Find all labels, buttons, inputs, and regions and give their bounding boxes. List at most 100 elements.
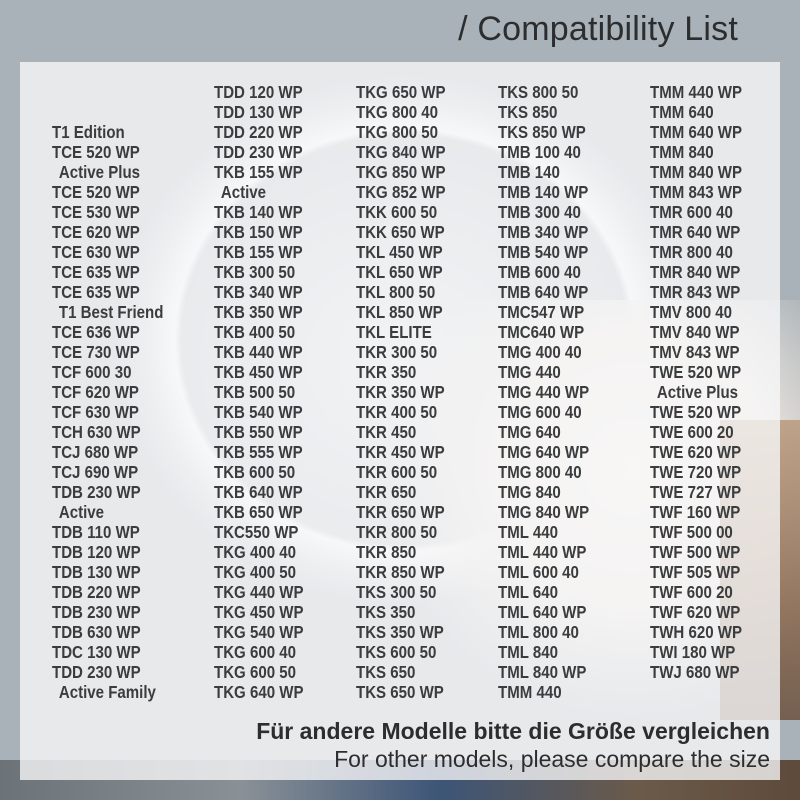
- model-item: TMG 440 WP: [498, 382, 590, 402]
- model-item: TDB 110 WP: [52, 522, 140, 542]
- model-item: TMR 840 WP: [650, 262, 741, 282]
- model-item: TKR 450: [356, 422, 417, 442]
- model-item: TKB 140 WP: [214, 202, 303, 222]
- model-item: TWH 620 WP: [650, 622, 742, 642]
- model-item: TKB 300 50: [214, 262, 296, 282]
- model-item: TMM 840 WP: [650, 162, 742, 182]
- model-item: TKS 650 WP: [356, 682, 444, 702]
- model-item: TCE 620 WP: [52, 222, 140, 242]
- model-item: TKB 155 WP: [214, 242, 303, 262]
- model-item: TKS 850 WP: [498, 122, 586, 142]
- model-item: TMB 340 WP: [498, 222, 589, 242]
- model-item: TWE 520 WP: [650, 362, 742, 382]
- model-item: TWE 620 WP: [650, 442, 742, 462]
- model-item: TMB 300 40: [498, 202, 581, 222]
- model-item: TMC640 WP: [498, 322, 585, 342]
- model-item: TMB 640 WP: [498, 282, 589, 302]
- model-item: TCF 620 WP: [52, 382, 139, 402]
- model-item: TMM 640: [650, 102, 714, 122]
- model-item: TMB 140 WP: [498, 182, 589, 202]
- model-item: TDD 230 WP: [214, 142, 303, 162]
- model-item: TKS 350 WP: [356, 622, 444, 642]
- model-item: TWF 620 WP: [650, 602, 741, 622]
- model-item: TKR 300 50: [356, 342, 438, 362]
- footer-note-english: For other models, please compare the siz…: [334, 746, 770, 772]
- model-item: TKG 800 50: [356, 122, 438, 142]
- model-item: TKG 600 50: [214, 662, 296, 682]
- model-item: TKG 440 WP: [214, 582, 304, 602]
- model-item: TMG 640 WP: [498, 442, 590, 462]
- model-item: TKB 350 WP: [214, 302, 303, 322]
- model-item: TKG 640 WP: [214, 682, 304, 702]
- model-item: TCF 630 WP: [52, 402, 139, 422]
- model-series-label: Active Family: [58, 682, 156, 702]
- model-item: TKR 350 WP: [356, 382, 445, 402]
- model-item: TCE 636 WP: [52, 322, 140, 342]
- model-item: TDD 220 WP: [214, 122, 303, 142]
- model-item: TWF 600 20: [650, 582, 733, 602]
- page-title: / Compatibility List: [458, 10, 738, 48]
- model-item: TKR 650 WP: [356, 502, 445, 522]
- model-item: TKR 850 WP: [356, 562, 445, 582]
- model-item: TKR 350: [356, 362, 417, 382]
- model-item: TKG 840 WP: [356, 142, 446, 162]
- model-item: TKB 540 WP: [214, 402, 303, 422]
- model-item: TKB 500 50: [214, 382, 296, 402]
- model-item: TML 640 WP: [498, 602, 587, 622]
- model-item: TMB 600 40: [498, 262, 581, 282]
- model-item: TMG 400 40: [498, 342, 582, 362]
- model-item: TMR 640 WP: [650, 222, 741, 242]
- model-item: TKL 450 WP: [356, 242, 443, 262]
- model-item: TDC 130 WP: [52, 642, 141, 662]
- model-item: TMV 843 WP: [650, 342, 740, 362]
- model-item: TDB 230 WP: [52, 602, 141, 622]
- model-item: TMM 843 WP: [650, 182, 742, 202]
- model-item: TCE 635 WP: [52, 262, 140, 282]
- model-item: TKR 650: [356, 482, 417, 502]
- model-column-1: T1 Edition TCE 520 WP Active Plus TCE 520 W…: [52, 82, 182, 702]
- model-item: TKB 340 WP: [214, 282, 303, 302]
- model-item: TKK 600 50: [356, 202, 438, 222]
- model-item: TWJ 680 WP: [650, 662, 740, 682]
- model-column-5: TMM 440 WP TMM 640 TMM 640 WP TMM 840 TMM 84…: [650, 82, 757, 682]
- model-item: TKK 650 WP: [356, 222, 445, 242]
- model-item: TCE 520 WP: [52, 182, 140, 202]
- model-item: TML 640: [498, 582, 558, 602]
- model-item: TKB 150 WP: [214, 222, 303, 242]
- model-item: TKB 640 WP: [214, 482, 303, 502]
- model-series-label: Active: [220, 182, 267, 202]
- model-item: TWF 500 WP: [650, 542, 741, 562]
- model-item: TDB 130 WP: [52, 562, 141, 582]
- model-item: TKS 600 50: [356, 642, 437, 662]
- model-item: TKG 650 WP: [356, 82, 446, 102]
- model-series-label: Active Plus: [58, 162, 141, 182]
- model-item: TWE 520 WP: [650, 402, 742, 422]
- model-item: TWF 505 WP: [650, 562, 741, 582]
- model-item: TWF 500 00: [650, 522, 733, 542]
- model-item: TKL 650 WP: [356, 262, 443, 282]
- model-item: TMR 600 40: [650, 202, 733, 222]
- model-item: TMG 800 40: [498, 462, 582, 482]
- model-item: TDD 230 WP: [52, 662, 141, 682]
- model-item: TMG 840 WP: [498, 502, 590, 522]
- model-item: TKB 550 WP: [214, 422, 303, 442]
- model-series-label: T1 Best Friend: [58, 302, 164, 322]
- model-item: TMM 640 WP: [650, 122, 742, 142]
- model-item: TMM 440 WP: [650, 82, 742, 102]
- model-item: TML 840: [498, 642, 558, 662]
- model-item: TKB 155 WP: [214, 162, 303, 182]
- model-item: TMB 540 WP: [498, 242, 589, 262]
- model-item: TKS 300 50: [356, 582, 437, 602]
- model-item: TMG 600 40: [498, 402, 582, 422]
- model-item: TKB 400 50: [214, 322, 296, 342]
- model-item: TKR 400 50: [356, 402, 438, 422]
- model-item: TKG 800 40: [356, 102, 438, 122]
- model-item: TKB 440 WP: [214, 342, 303, 362]
- model-item: TMR 800 40: [650, 242, 733, 262]
- model-item: TKS 650: [356, 662, 416, 682]
- model-item: TKS 850: [498, 102, 558, 122]
- model-item: TWE 720 WP: [650, 462, 742, 482]
- model-item: TCE 630 WP: [52, 242, 140, 262]
- model-column-4: TKS 800 50 TKS 850 TKS 850 WP TMB 100 40 TMB…: [498, 82, 604, 702]
- model-item: TML 840 WP: [498, 662, 587, 682]
